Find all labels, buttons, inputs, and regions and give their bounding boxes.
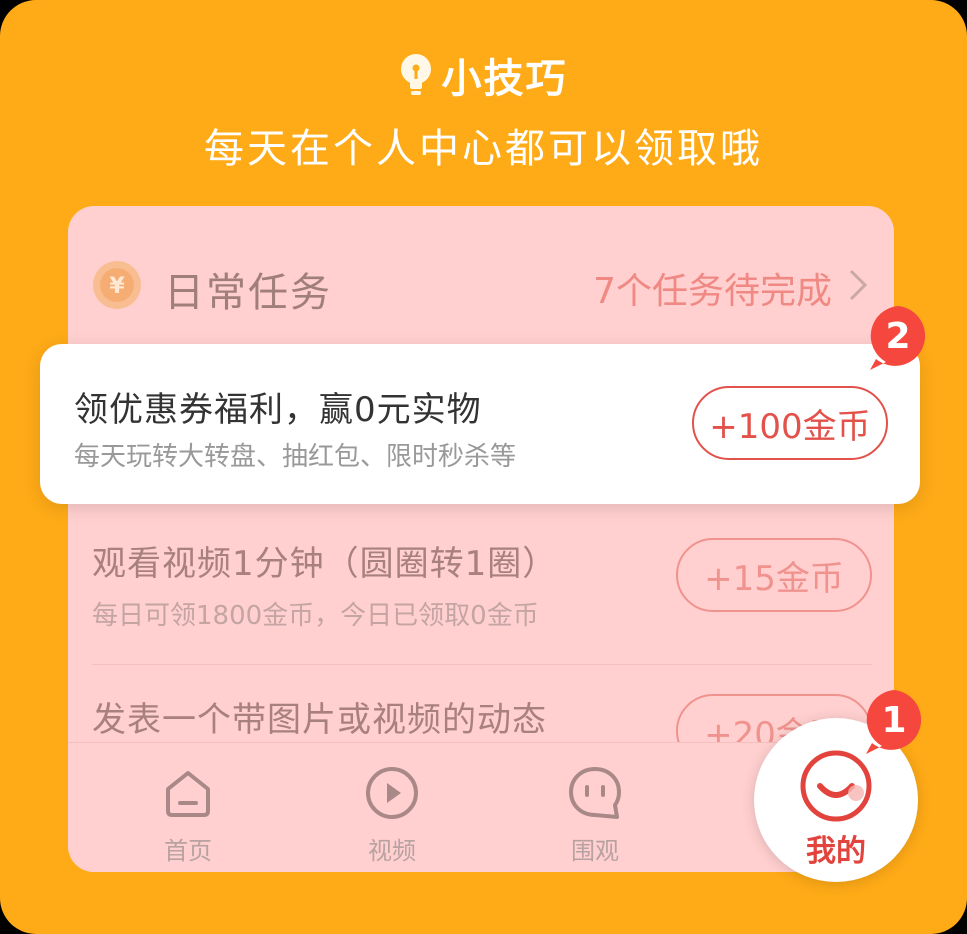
- svg-text:¥: ¥: [109, 274, 125, 299]
- task-desc: 每天玩转大转盘、抽红包、限时秒杀等: [74, 442, 517, 472]
- tip-subtitle: 每天在个人中心都可以领取哦: [204, 126, 763, 172]
- step-badge-2: 2: [866, 304, 930, 370]
- highlighted-task-card: 领优惠券福利，赢0元实物 每天玩转大转盘、抽红包、限时秒杀等 +100金币: [40, 344, 920, 504]
- reward-button[interactable]: +100金币: [692, 386, 888, 460]
- tip-header: 小技巧: [0, 46, 967, 104]
- reward-button[interactable]: +15金币: [676, 538, 872, 612]
- play-icon: [366, 767, 418, 819]
- step-number: 1: [881, 699, 907, 741]
- daily-tasks-header[interactable]: ¥ 日常任务 7个任务待完成: [92, 258, 872, 316]
- step-badge-1: 1: [862, 688, 926, 754]
- divider: [92, 664, 872, 665]
- coin-icon: ¥: [93, 261, 141, 309]
- tab-label: 首页: [164, 837, 212, 865]
- task-item-watch-video: 观看视频1分钟（圆圈转1圈） 每日可领1800金币，今日已领取0金币 +15金币: [92, 536, 872, 632]
- tab-watch[interactable]: 围观: [535, 765, 655, 866]
- lightbulb-icon: [400, 54, 431, 95]
- step-number: 2: [885, 315, 911, 357]
- task-title: 领优惠券福利，赢0元实物: [74, 390, 482, 430]
- tab-home[interactable]: 首页: [128, 765, 248, 866]
- pending-count: 7个任务待完成: [593, 271, 832, 312]
- tip-title: 小技巧: [441, 56, 568, 102]
- tab-label: 视频: [368, 837, 416, 865]
- tutorial-overlay: 小技巧 每天在个人中心都可以领取哦 ¥ 日常任务 7个任务待完成 观看视频1分钟…: [0, 0, 967, 934]
- home-icon: [166, 771, 210, 817]
- chevron-right-icon: [849, 269, 868, 301]
- task-item-post: 发表一个带图片或视频的动态 +20金币: [92, 692, 872, 768]
- chat-icon: [569, 767, 621, 819]
- daily-tasks-title: 日常任务: [164, 270, 332, 316]
- tab-label: 围观: [571, 837, 619, 865]
- tab-video[interactable]: 视频: [332, 765, 452, 866]
- tab-label: 我的: [806, 834, 866, 869]
